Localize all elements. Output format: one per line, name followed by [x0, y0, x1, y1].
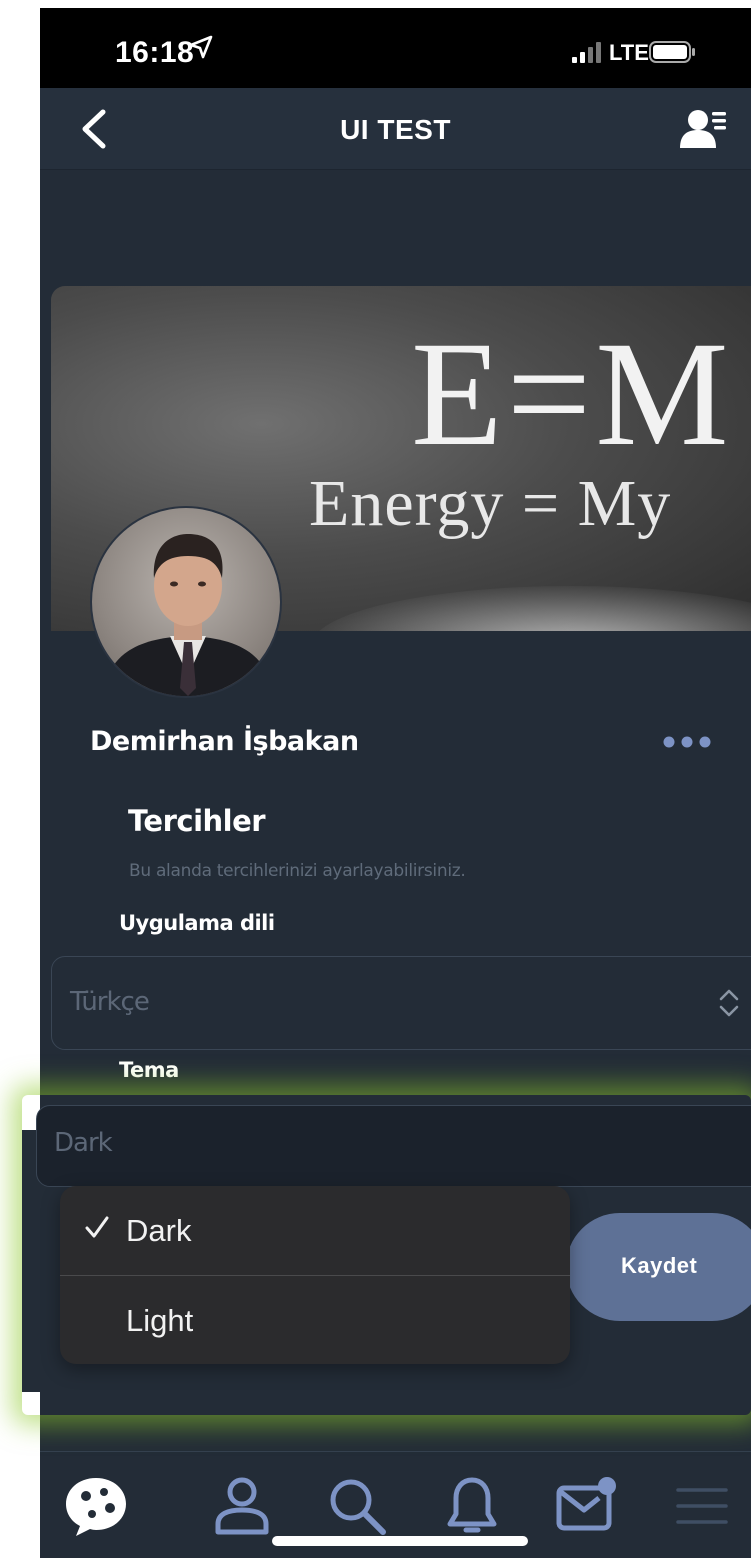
language-value: Türkçe — [70, 987, 150, 1017]
preferences-title: Tercihler — [128, 804, 266, 838]
theme-option-label: Light — [126, 1303, 194, 1338]
theme-option-light[interactable]: Light — [60, 1275, 570, 1364]
theme-option-dark[interactable]: Dark — [60, 1186, 570, 1275]
avatar-portrait — [102, 534, 274, 696]
search-icon[interactable] — [325, 1474, 389, 1538]
chevron-up-down-icon — [719, 989, 739, 1017]
menu-icon[interactable] — [670, 1474, 734, 1538]
avatar[interactable] — [90, 506, 282, 698]
language-select[interactable]: Türkçe — [51, 956, 751, 1050]
navigation-bar: UI TEST — [40, 88, 751, 170]
theme-option-label: Dark — [126, 1213, 192, 1248]
location-arrow-icon — [189, 35, 213, 59]
theme-select[interactable]: Dark — [36, 1105, 751, 1187]
theme-picker-menu: Dark Light — [60, 1186, 570, 1364]
cover-caption: Energy = My — [309, 467, 672, 540]
signal-icon — [572, 42, 601, 63]
mail-icon[interactable] — [555, 1474, 619, 1538]
home-indicator — [272, 1536, 528, 1546]
theme-label: Tema — [119, 1058, 179, 1082]
save-button-label: Kaydet — [621, 1253, 698, 1278]
more-horizontal-icon[interactable] — [662, 732, 712, 752]
page-title: UI TEST — [340, 114, 451, 145]
bell-icon[interactable] — [440, 1474, 504, 1538]
cover-formula: E=M — [411, 311, 733, 477]
preferences-description: Bu alanda tercihlerinizi ayarlayabilirsi… — [129, 861, 466, 881]
status-bar: 16:18 LTE — [40, 8, 751, 88]
person-icon[interactable] — [210, 1474, 274, 1538]
language-label: Uygulama dili — [119, 911, 275, 935]
checkmark-icon — [85, 1216, 109, 1238]
save-button[interactable]: Kaydet — [566, 1213, 751, 1321]
user-list-icon[interactable] — [680, 108, 728, 152]
battery-icon — [649, 41, 695, 63]
user-name: Demirhan İşbakan — [90, 726, 359, 757]
chat-bubble-icon[interactable] — [64, 1474, 128, 1538]
network-type: LTE — [609, 40, 649, 65]
cover-glow — [311, 586, 751, 631]
status-time: 16:18 — [115, 36, 195, 69]
theme-value: Dark — [54, 1128, 113, 1158]
